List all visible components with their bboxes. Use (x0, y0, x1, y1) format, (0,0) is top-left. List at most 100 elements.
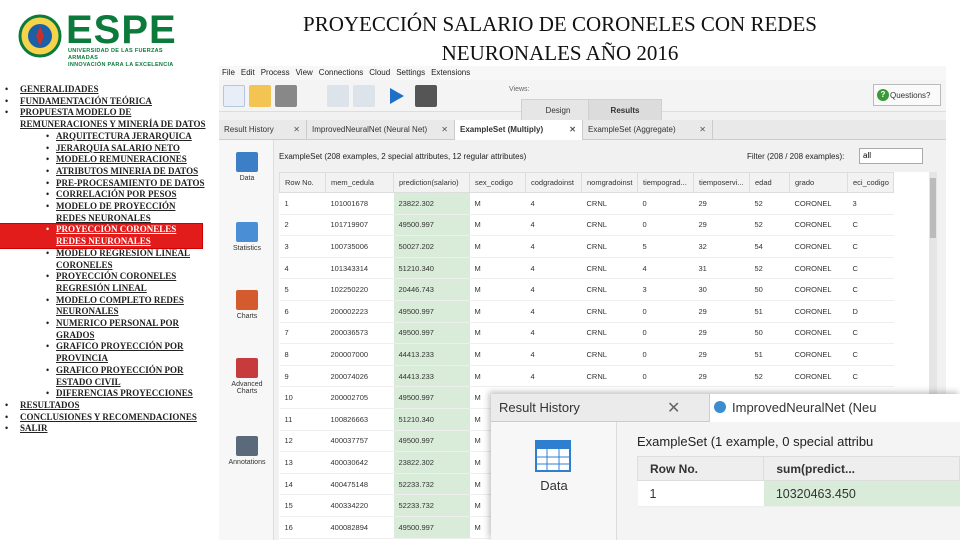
table-cell: 10 (279, 386, 326, 409)
table-row[interactable]: 9 200074026 44413.233 M 4 CRNL 0 29 52 CORONEL C (279, 365, 894, 388)
close-icon[interactable]: ✕ (569, 120, 576, 140)
sidebar-item[interactable]: MODELO REGRESIÓN LINEAL CORONELES (0, 248, 206, 271)
table-cell: 12 (279, 430, 326, 453)
table-cell: CORONEL (789, 343, 848, 366)
table-cell: 49500.997 (393, 516, 470, 539)
save-icon[interactable] (275, 85, 297, 107)
table-cell: 44413.233 (393, 343, 470, 366)
table-row[interactable]: 5 102250220 20446.743 M 4 CRNL 3 30 50 CORONEL C (279, 278, 894, 301)
sidebar-item[interactable]: ATRIBUTOS MINERIA DE DATOS (0, 166, 206, 178)
sidebar-item[interactable]: GRAFICO PROYECCIÓN POR PROVINCIA (0, 341, 206, 364)
table-row[interactable]: 8 200007000 44413.233 M 4 CRNL 0 29 51 CORONEL C (279, 343, 894, 366)
view-annotations[interactable]: Annotations (225, 436, 269, 466)
toolbar: Views: Design Results (219, 80, 946, 121)
table-row[interactable]: 3 100735006 50027.202 M 4 CRNL 5 32 54 CORONEL C (279, 235, 894, 258)
table-cell: 23822.302 (393, 451, 470, 474)
menu-item[interactable]: Edit (238, 66, 258, 79)
column-header[interactable]: edad (749, 172, 790, 193)
tab[interactable]: ExampleSet (Aggregate) ✕ (583, 120, 713, 140)
sidebar-item[interactable]: FUNDAMENTACIÓN TEÓRICA (0, 96, 206, 108)
data-table-icon[interactable] (535, 440, 571, 472)
redo-icon[interactable] (353, 85, 375, 107)
run-icon[interactable] (385, 85, 407, 107)
column-header[interactable]: prediction(salario) (393, 172, 470, 193)
sidebar-item[interactable]: ARQUITECTURA JERARQUICA (0, 131, 206, 143)
menu-item[interactable]: Extensions (428, 66, 473, 79)
column-header[interactable]: sum(predict... (763, 456, 960, 481)
column-header[interactable]: Row No. (279, 172, 326, 193)
sidebar-item[interactable]: MODELO DE PROYECCIÓN REDES NEURONALES (0, 201, 206, 224)
table-row[interactable]: 4 101343314 51210.340 M 4 CRNL 4 31 52 CORONEL C (279, 257, 894, 280)
sidebar-item[interactable]: SALIR (0, 423, 206, 435)
tab-result-history[interactable]: Result History (499, 400, 580, 415)
sidebar-item[interactable]: PRE-PROCESAMIENTO DE DATOS (0, 178, 206, 190)
table-cell: CORONEL (789, 322, 848, 345)
tab-improved-neural-net[interactable]: ImprovedNeuralNet (Neu (709, 394, 960, 422)
undo-icon[interactable] (327, 85, 349, 107)
column-header[interactable]: tiempograd... (637, 172, 694, 193)
menu-item[interactable]: View (293, 66, 316, 79)
column-header[interactable]: nomgradoinst (581, 172, 638, 193)
sidebar-item[interactable]: PROPUESTA MODELO DE REMUNERACIONES Y MIN… (0, 107, 206, 130)
table-cell: CRNL (581, 343, 638, 366)
results-view-button[interactable]: Results (588, 99, 662, 121)
table-cell: M (469, 343, 526, 366)
sidebar-item[interactable]: MODELO REMUNERACIONES (0, 154, 206, 166)
table-cell: 4 (525, 214, 582, 237)
tab[interactable]: ExampleSet (Multiply) ✕ (455, 120, 583, 140)
menu-item[interactable]: Process (258, 66, 293, 79)
sidebar-item[interactable]: JERARQUIA SALARIO NETO (0, 143, 206, 155)
sidebar-item[interactable]: PROYECCIÓN CORONELES REDES NEURONALES (0, 223, 203, 249)
menu-item[interactable]: Cloud (366, 66, 393, 79)
column-header[interactable]: codgradoinst (525, 172, 582, 193)
questions-button[interactable]: ? Questions? (873, 84, 941, 106)
view-advanced-charts[interactable]: Advanced Charts (225, 358, 269, 395)
table-row[interactable]: 2 101719907 49500.997 M 4 CRNL 0 29 52 CORONEL C (279, 214, 894, 237)
menu-item[interactable]: File (219, 66, 238, 79)
stop-icon[interactable] (415, 85, 437, 107)
table-cell: 0 (637, 322, 694, 345)
sidebar-item[interactable]: PROYECCIÓN CORONELES REGRESIÓN LINEAL (0, 271, 206, 294)
filter-select[interactable]: all (859, 148, 923, 164)
sidebar-item[interactable]: GENERALIDADES (0, 84, 206, 96)
close-icon[interactable]: ✕ (699, 120, 706, 140)
column-header[interactable]: grado (789, 172, 848, 193)
close-icon[interactable]: ✕ (441, 120, 448, 140)
design-view-button[interactable]: Design (521, 99, 595, 121)
table-cell: 4 (525, 322, 582, 345)
menu-item[interactable]: Settings (393, 66, 428, 79)
column-header[interactable]: eci_codigo (847, 172, 894, 193)
column-header[interactable]: sex_codigo (469, 172, 526, 193)
tab[interactable]: Result History ✕ (219, 120, 307, 140)
column-header[interactable]: mem_cedula (325, 172, 394, 193)
column-header[interactable]: Row No. (636, 456, 765, 481)
table-row[interactable]: 6 200002223 49500.997 M 4 CRNL 0 29 51 CORONEL D (279, 300, 894, 323)
open-folder-icon[interactable] (249, 85, 271, 107)
table-cell: 13 (279, 451, 326, 474)
sidebar-item[interactable]: RESULTADOS (0, 400, 206, 412)
table-row[interactable]: 1 10320463.450 (637, 480, 960, 507)
scrollbar-thumb[interactable] (930, 178, 936, 238)
menu-item[interactable]: Connections (316, 66, 366, 79)
sidebar-item[interactable]: GRAFICO PROYECCIÓN POR ESTADO CIVIL (0, 365, 206, 388)
table-row[interactable]: 1 101001678 23822.302 M 4 CRNL 0 29 52 CORONEL 3 (279, 192, 894, 215)
table-row[interactable]: 7 200036573 49500.997 M 4 CRNL 0 29 50 CORONEL C (279, 322, 894, 345)
sidebar-item[interactable]: CORRELACIÓN POR PESOS (0, 189, 206, 201)
close-icon[interactable]: ✕ (293, 120, 300, 140)
new-process-icon[interactable] (223, 85, 245, 107)
tab[interactable]: ImprovedNeuralNet (Neural Net) ✕ (307, 120, 455, 140)
sidebar-item[interactable]: NUMERICO PERSONAL POR GRADOS (0, 318, 206, 341)
table-cell: 4 (525, 257, 582, 280)
sidebar-item[interactable]: MODELO COMPLETO REDES NEURONALES (0, 295, 206, 318)
close-icon[interactable]: ✕ (667, 398, 680, 418)
view-statistics[interactable]: Statistics (225, 222, 269, 252)
sidebar-item[interactable]: DIFERENCIAS PROYECCIONES (0, 388, 206, 400)
view-data[interactable]: Data (225, 152, 269, 182)
column-header[interactable]: tiemposervi... (693, 172, 750, 193)
table-cell: 1 (279, 192, 326, 215)
view-charts[interactable]: Charts (225, 290, 269, 320)
table-cell: 4 (637, 257, 694, 280)
table-cell: 4 (525, 300, 582, 323)
sidebar-item[interactable]: CONCLUSIONES Y RECOMENDACIONES (0, 412, 206, 424)
table-cell: 200002705 (325, 386, 394, 409)
